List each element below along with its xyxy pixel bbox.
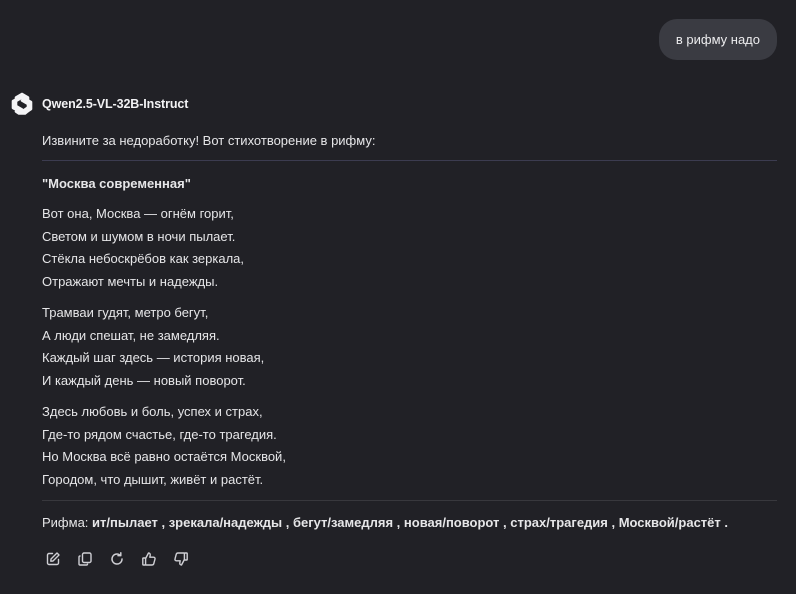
assistant-intro: Извините за недоработку! Вот стихотворен… (42, 133, 376, 148)
poem-stanza: Здесь любовь и боль, успех и страх, Где-… (42, 401, 286, 491)
copy-button[interactable] (77, 549, 109, 569)
poem-line: Отражают мечты и надежды. (42, 273, 219, 289)
dislike-button[interactable] (173, 549, 205, 569)
thumbs-down-icon (174, 552, 188, 566)
refresh-icon (111, 552, 123, 565)
divider (42, 500, 777, 501)
assistant-header: Qwen2.5-VL-32B-Instruct (9, 91, 188, 117)
poem-line: Но Москва всё равно остаётся Москвой, (42, 449, 286, 464)
poem-title: "Москва современная" (42, 176, 191, 191)
poem-line: И каждый день — новый поворот. (42, 372, 246, 388)
poem-line: Где-то рядом счастье, где-то трагедия. (42, 426, 277, 442)
poem-line: Трамваи гудят, метро бегут, (42, 305, 209, 320)
edit-button[interactable] (45, 549, 77, 569)
qwen-logo-icon (9, 91, 35, 117)
poem-line: Стёкла небоскрёбов как зеркала, (42, 251, 245, 266)
poem-line: Вот она, Москва — огнём горит, (42, 206, 234, 221)
divider (42, 160, 777, 161)
chat-view: в рифму надо Qwen2.5-VL-32B-Instruct Изв… (0, 0, 796, 594)
poem-line: Светом и шумом в ночи пылает. (42, 228, 236, 244)
user-message-text: в рифму надо (675, 32, 760, 47)
poem-stanza: Вот она, Москва — огнём горит, Светом и … (42, 203, 244, 293)
poem-line: Городом, что дышит, живёт и растёт. (42, 471, 264, 487)
regenerate-button[interactable] (109, 549, 141, 569)
like-button[interactable] (141, 549, 173, 569)
poem-line: Каждый шаг здесь — история новая, (42, 350, 265, 365)
poem-stanza: Трамваи гудят, метро бегут, А люди спеша… (42, 302, 264, 392)
user-message-bubble: в рифму надо (658, 19, 777, 60)
rhyme-summary: Рифма: ит/пылает , зрекала/надежды , бег… (42, 515, 728, 530)
thumbs-up-icon (142, 552, 156, 566)
assistant-name: Qwen2.5-VL-32B-Instruct (42, 97, 189, 111)
copy-icon (78, 552, 92, 566)
rhyme-label: Рифма: (42, 515, 89, 530)
edit-icon (46, 552, 60, 566)
poem-line: Здесь любовь и боль, успех и страх, (42, 404, 263, 419)
rhyme-pairs: ит/пылает , зрекала/надежды , бегут/заме… (88, 515, 728, 530)
poem-line: А люди спешат, не замедляя. (42, 327, 220, 343)
message-actions (45, 549, 205, 569)
